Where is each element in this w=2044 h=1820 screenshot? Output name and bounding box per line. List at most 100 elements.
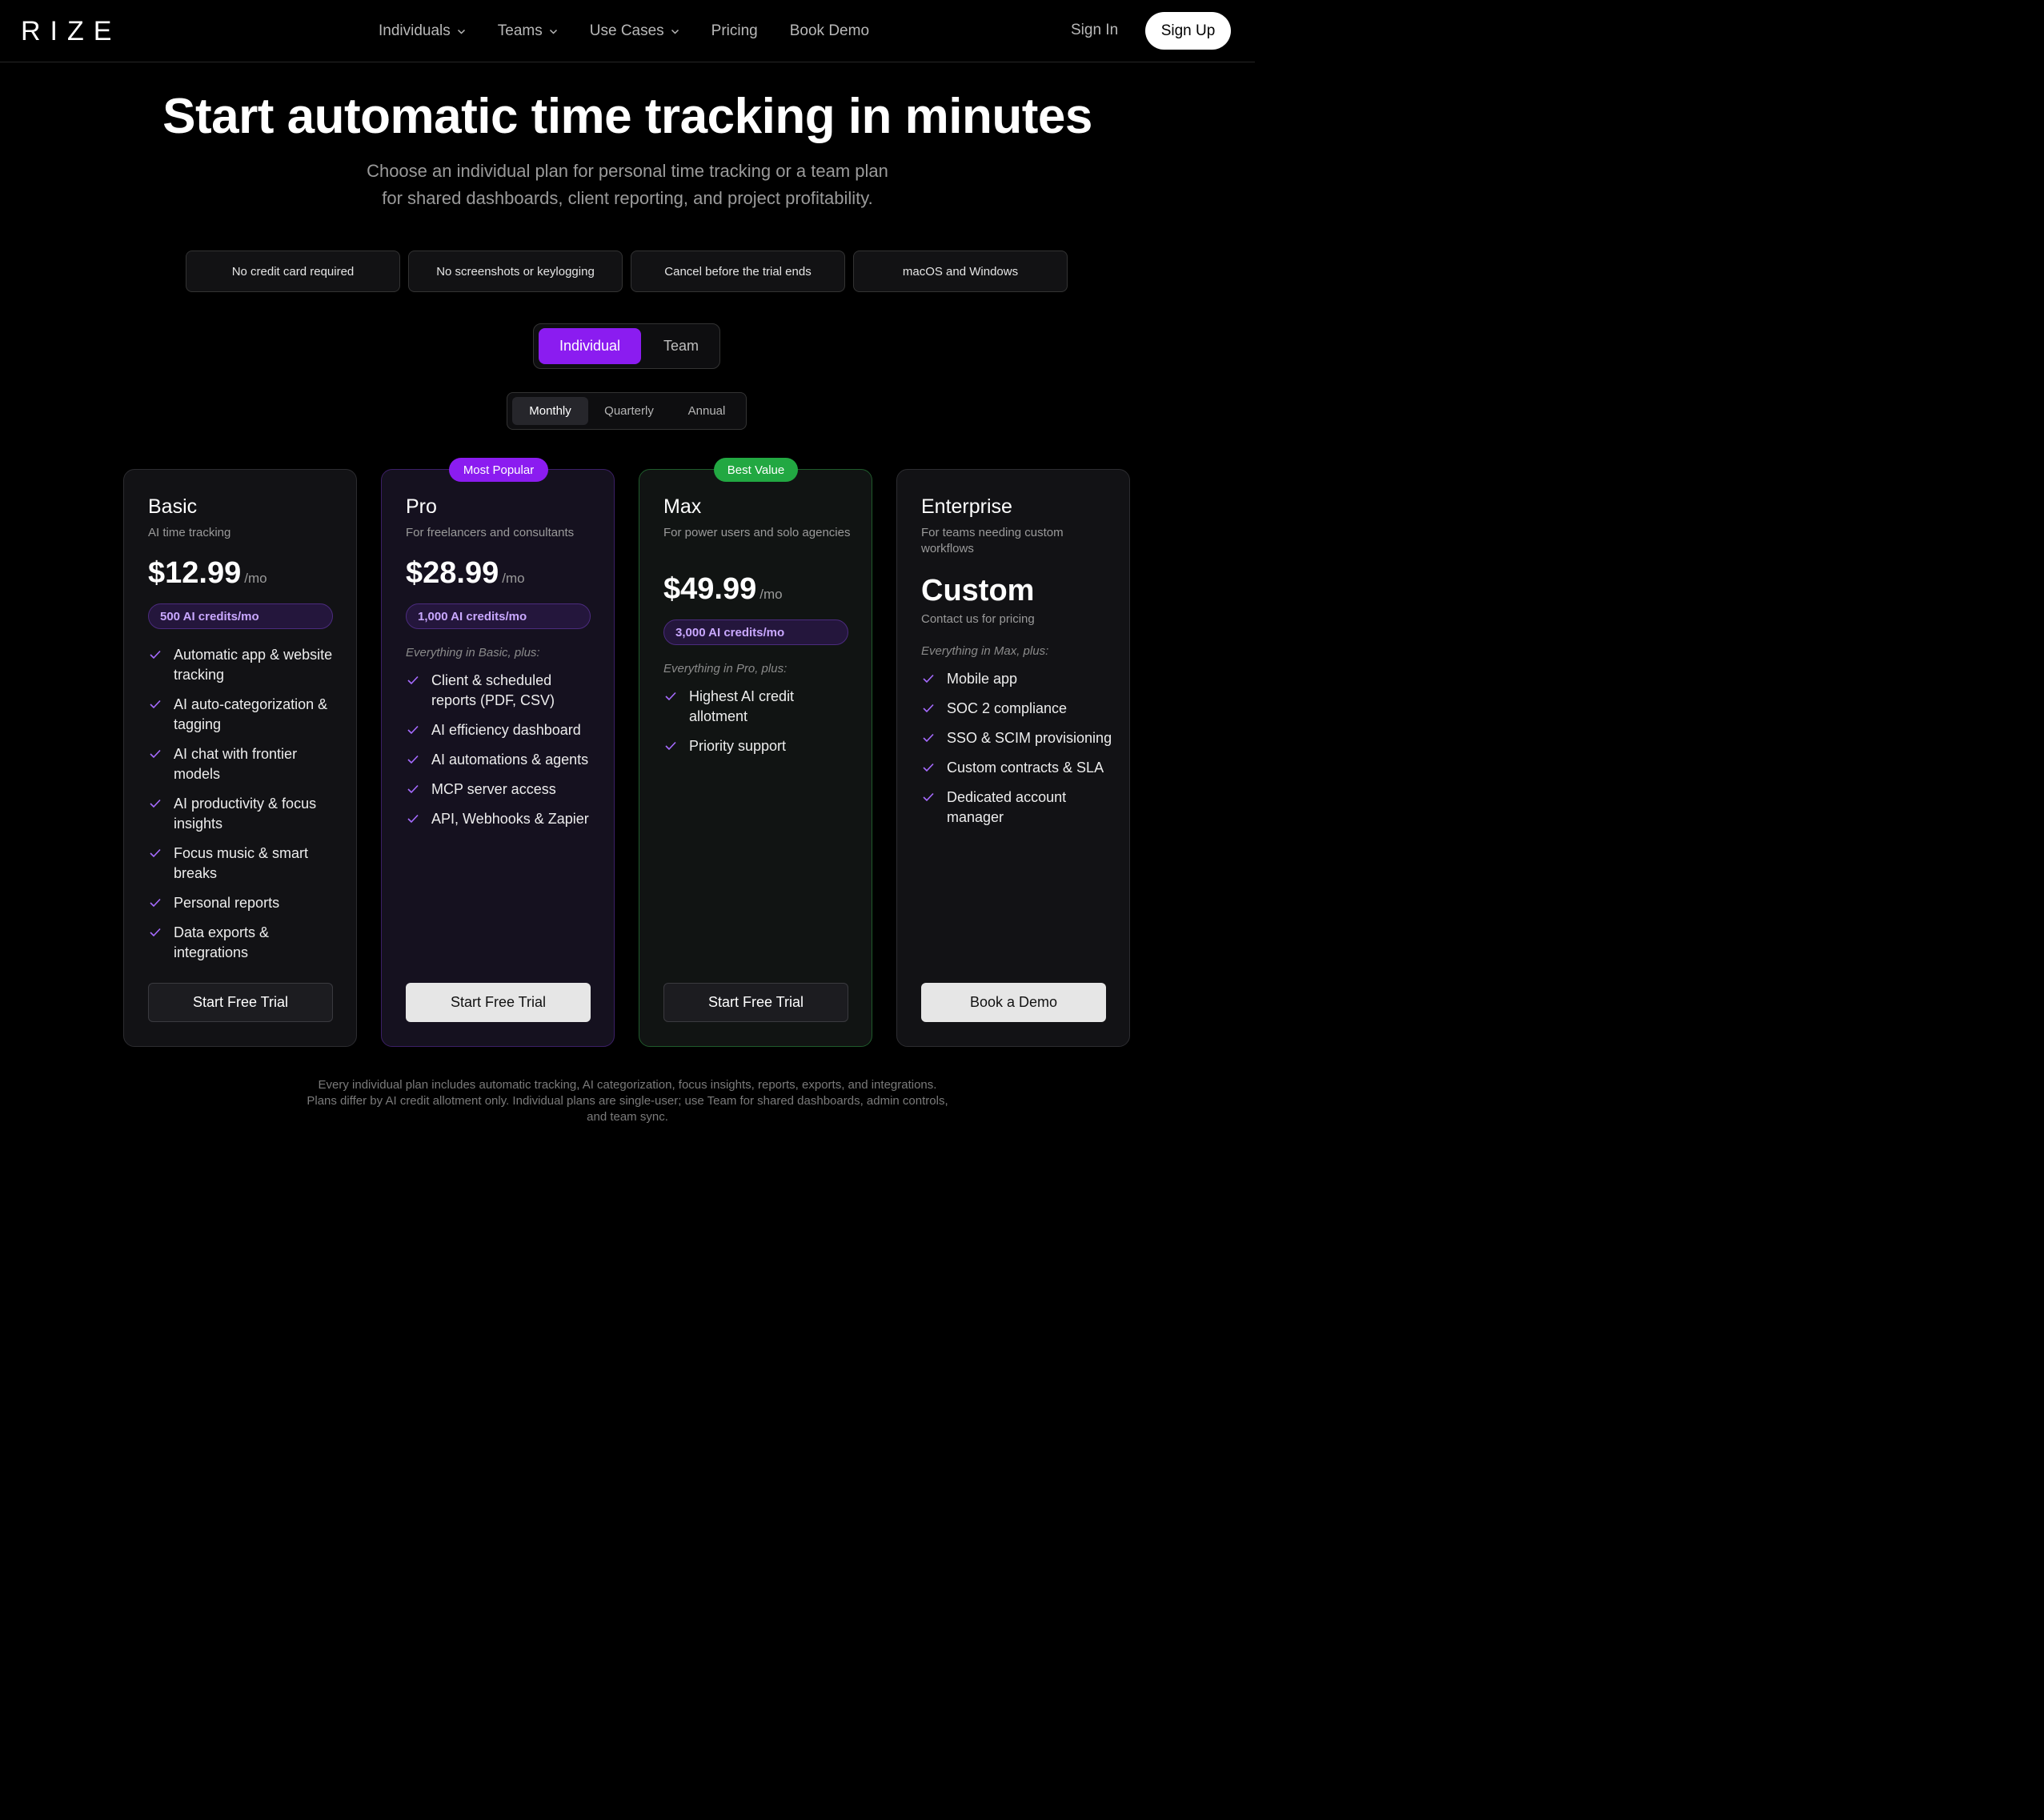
pill-no-screenshots: No screenshots or keylogging (408, 251, 623, 292)
nav-use-cases[interactable]: Use Cases (590, 19, 679, 43)
start-free-trial-button[interactable]: Start Free Trial (406, 983, 591, 1022)
toggle-individual[interactable]: Individual (539, 328, 641, 364)
plan-name: Enterprise (921, 495, 1012, 518)
nav-teams-label: Teams (497, 22, 543, 39)
toggle-annual[interactable]: Annual (671, 397, 743, 425)
feature-list: Mobile app SOC 2 compliance SSO & SCIM p… (921, 669, 1113, 837)
pill-no-credit-card: No credit card required (186, 251, 400, 292)
plan-type-toggle: Individual Team (533, 323, 720, 369)
feature-text: Personal reports (174, 895, 280, 911)
feature-item: Custom contracts & SLA (921, 758, 1113, 778)
start-free-trial-button[interactable]: Start Free Trial (663, 983, 848, 1022)
feature-text: Highest AI credit allotment (689, 688, 795, 724)
nav-teams[interactable]: Teams (498, 19, 558, 43)
chevron-down-icon (671, 27, 679, 36)
check-icon (150, 848, 161, 858)
everything-in-label: Everything in Basic, plus: (406, 646, 540, 659)
credits-badge: 3,000 AI credits/mo (663, 619, 848, 645)
feature-text: Dedicated account manager (947, 789, 1067, 825)
toggle-team[interactable]: Team (649, 328, 713, 364)
check-icon (407, 725, 419, 735)
nav-pricing[interactable]: Pricing (711, 19, 758, 43)
feature-list: Client & scheduled reports (PDF, CSV) AI… (406, 671, 598, 839)
feature-item: Priority support (663, 736, 856, 756)
feature-item: AI automations & agents (406, 750, 598, 770)
feature-text: AI efficiency dashboard (431, 722, 581, 738)
check-icon (407, 784, 419, 794)
check-icon (150, 749, 161, 759)
check-icon (665, 741, 676, 751)
check-icon (923, 763, 934, 772)
feature-text: AI auto-categorization & tagging (174, 696, 328, 732)
price-amount: $28.99 (406, 556, 499, 590)
most-popular-badge: Most Popular (449, 458, 548, 482)
feature-list: Automatic app & website tracking AI auto… (148, 645, 340, 972)
feature-item: Automatic app & website tracking (148, 645, 340, 685)
feature-text: Automatic app & website tracking (174, 647, 333, 683)
price-period: /mo (502, 571, 525, 586)
footnote-line-1: Every individual plan includes automatic… (318, 1078, 937, 1092)
check-icon (665, 692, 676, 701)
nav-individuals[interactable]: Individuals (379, 19, 466, 43)
feature-text: Focus music & smart breaks (174, 845, 309, 881)
check-icon (150, 928, 161, 937)
price-amount: $12.99 (148, 556, 242, 590)
plan-price: $12.99/mo (148, 556, 267, 591)
check-icon (407, 814, 419, 824)
billing-period-toggle: Monthly Quarterly Annual (507, 392, 747, 430)
feature-item: AI efficiency dashboard (406, 720, 598, 740)
subtitle-line-2: for shared dashboards, client reporting,… (382, 188, 873, 208)
check-icon (923, 733, 934, 743)
check-icon (923, 704, 934, 713)
chevron-down-icon (457, 27, 466, 36)
feature-item: Highest AI credit allotment (663, 687, 856, 727)
check-icon (150, 898, 161, 908)
price-period: /mo (244, 571, 267, 586)
plan-card-basic: Basic AI time tracking $12.99/mo 500 AI … (123, 469, 357, 1047)
feature-text: Mobile app (947, 671, 1018, 687)
feature-item: AI chat with frontier models (148, 744, 340, 784)
pill-platforms: macOS and Windows (853, 251, 1068, 292)
subtitle-line-1: Choose an individual plan for personal t… (367, 161, 888, 181)
check-icon (150, 650, 161, 659)
feature-text: MCP server access (431, 781, 556, 797)
plan-card-max: Best Value Max For power users and solo … (639, 458, 872, 1047)
check-icon (150, 700, 161, 709)
plan-card-enterprise: Enterprise For teams needing custom work… (896, 469, 1130, 1047)
price-period: /mo (759, 587, 783, 602)
feature-item: Client & scheduled reports (PDF, CSV) (406, 671, 598, 711)
plan-description: AI time tracking (148, 526, 231, 539)
page-title: Start automatic time tracking in minutes (162, 89, 1092, 144)
footnote-line-2: Plans differ by AI credit allotment only… (307, 1094, 948, 1108)
toggle-quarterly[interactable]: Quarterly (592, 397, 666, 425)
sign-up-button[interactable]: Sign Up (1145, 12, 1231, 50)
check-icon (923, 674, 934, 684)
price-amount: $49.99 (663, 572, 757, 606)
feature-item: AI productivity & focus insights (148, 794, 340, 834)
nav-pricing-label: Pricing (711, 22, 758, 39)
feature-item: Dedicated account manager (921, 788, 1113, 828)
nav-book-demo-label: Book Demo (789, 22, 870, 39)
feature-text: Client & scheduled reports (PDF, CSV) (431, 672, 555, 708)
start-free-trial-button[interactable]: Start Free Trial (148, 983, 333, 1022)
rize-logo[interactable]: RIZE (21, 16, 121, 47)
credits-badge: 1,000 AI credits/mo (406, 603, 591, 629)
feature-text: AI productivity & focus insights (174, 796, 317, 832)
plans-footnote: Every individual plan includes automatic… (267, 1077, 988, 1125)
nav-book-demo[interactable]: Book Demo (790, 19, 869, 43)
plan-price: $28.99/mo (406, 556, 525, 591)
sign-in-link[interactable]: Sign In (1071, 22, 1118, 39)
feature-item: Focus music & smart breaks (148, 844, 340, 884)
footnote-line-3: and team sync. (587, 1110, 668, 1124)
top-nav: RIZE Individuals Teams Use Cases Pricing… (0, 0, 1255, 62)
nav-individuals-label: Individuals (379, 22, 451, 39)
feature-text: SOC 2 compliance (947, 700, 1068, 716)
feature-text: SSO & SCIM provisioning (947, 730, 1112, 746)
feature-text: Custom contracts & SLA (947, 760, 1104, 776)
toggle-monthly[interactable]: Monthly (512, 397, 588, 425)
feature-item: SSO & SCIM provisioning (921, 728, 1113, 748)
contact-pricing-text: Contact us for pricing (921, 612, 1035, 626)
feature-item: API, Webhooks & Zapier (406, 809, 598, 829)
everything-in-label: Everything in Max, plus: (921, 644, 1049, 658)
book-a-demo-button[interactable]: Book a Demo (921, 983, 1106, 1022)
